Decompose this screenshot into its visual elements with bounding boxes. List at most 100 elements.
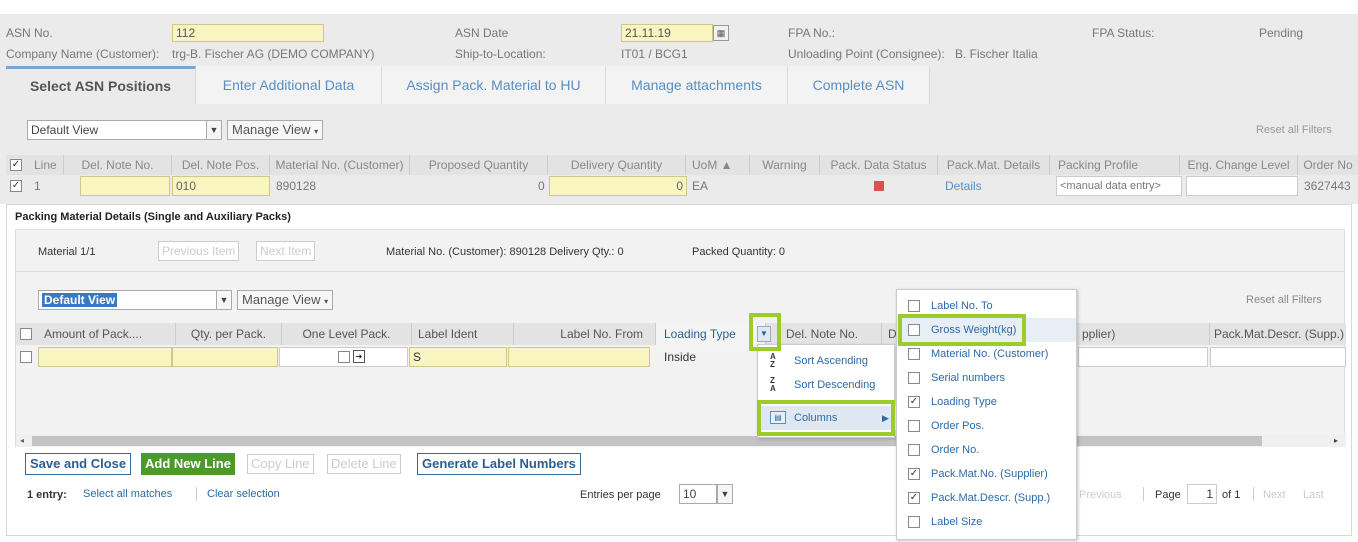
generate-label-numbers-button[interactable]: Generate Label Numbers [417, 453, 581, 475]
packing-select-all-checkbox[interactable] [20, 328, 32, 340]
packing-reset-filters[interactable]: Reset all Filters [1246, 294, 1322, 306]
column-option-order-no[interactable]: Order No. [897, 438, 1076, 462]
eng-change-input[interactable] [1186, 176, 1298, 196]
previous-page-link[interactable]: Previous [1079, 489, 1122, 501]
col-del-note-pos[interactable]: Del. Note Pos. [172, 155, 270, 175]
packing-manage-view-button[interactable]: Manage View ▾ [237, 290, 334, 310]
header-row-2: Company Name (Customer): trg-B. Fischer … [0, 44, 1358, 64]
reset-filters-link[interactable]: Reset all Filters [1256, 124, 1332, 136]
pack-mat-no-input[interactable] [1078, 347, 1208, 367]
packing-view-select[interactable]: Default View [38, 290, 218, 310]
tab-manage-attachments[interactable]: Manage attachments [606, 66, 788, 104]
column-option-label: Order Pos. [931, 420, 985, 432]
select-all-checkbox[interactable]: ✓ [10, 159, 22, 171]
asn-date-field[interactable]: 21.11.19 [621, 24, 713, 42]
packing-row-checkbox[interactable] [20, 351, 32, 363]
col-uom[interactable]: UoM ▲ [686, 155, 750, 175]
one-level-pack-checkbox[interactable] [338, 351, 350, 363]
scroll-thumb[interactable] [32, 436, 1262, 446]
manage-view-button[interactable]: Manage View ▾ [227, 120, 324, 140]
col-delivery-qty[interactable]: Delivery Quantity [548, 155, 686, 175]
col-del-note-no[interactable]: Del. Note No. [780, 323, 882, 345]
calendar-icon[interactable]: ▦ [713, 25, 729, 41]
chevron-down-icon[interactable]: ▼ [717, 484, 733, 504]
tab-select-asn-positions[interactable]: Select ASN Positions [6, 66, 196, 104]
packing-view-value: Default View [42, 293, 118, 307]
col-order-no[interactable]: Order No [1298, 155, 1358, 175]
column-checkbox[interactable]: ✓ [908, 468, 920, 480]
del-note-no-input[interactable] [80, 176, 170, 196]
label-ident-input[interactable]: S [409, 347, 507, 367]
save-and-close-button[interactable]: Save and Close [25, 453, 132, 475]
qty-per-pack-input[interactable] [172, 347, 278, 367]
tab-bar: Select ASN Positions Enter Additional Da… [6, 66, 1352, 104]
last-page-link[interactable]: Last [1303, 489, 1324, 501]
asn-no-field[interactable]: 112 [172, 24, 324, 42]
column-checkbox[interactable] [908, 300, 920, 312]
delete-line-button[interactable]: Delete Line [327, 454, 401, 474]
col-label-ident[interactable]: Label Ident [412, 323, 514, 345]
col-qty-per-pack[interactable]: Qty. per Pack. [176, 323, 282, 345]
next-item-button[interactable]: Next Item [256, 241, 316, 261]
details-link[interactable]: Details [945, 179, 982, 193]
pack-mat-descr-input[interactable] [1210, 347, 1346, 367]
scroll-right-icon[interactable]: ▸ [1334, 434, 1338, 448]
col-pack-mat-supplier-partial[interactable]: pplier) [1078, 323, 1210, 345]
page-number-input[interactable]: 1 [1187, 484, 1217, 504]
chevron-down-icon[interactable]: ▼ [216, 290, 232, 310]
col-pack-mat-descr[interactable]: Pack.Mat.Descr. (Supp.) [1210, 323, 1346, 345]
horizontal-scrollbar[interactable]: ◂ ▸ [16, 434, 1346, 448]
packing-profile-select[interactable]: <manual data entry> [1056, 176, 1182, 196]
column-checkbox[interactable] [908, 348, 920, 360]
sort-ascending-item[interactable]: AZ Sort Ascending [758, 349, 896, 373]
delivery-qty-input[interactable]: 0 [549, 176, 687, 196]
packing-table-header: Amount of Pack.... Qty. per Pack. One Le… [16, 323, 1346, 345]
chevron-down-icon[interactable]: ▼ [206, 120, 222, 140]
col-amount-of-pack[interactable]: Amount of Pack.... [38, 323, 176, 345]
col-warning[interactable]: Warning [750, 155, 820, 175]
tab-complete-asn[interactable]: Complete ASN [788, 66, 930, 104]
column-option-pack-mat-no[interactable]: ✓ Pack.Mat.No. (Supplier) [897, 462, 1076, 486]
col-del-note-no[interactable]: Del. Note No. [64, 155, 172, 175]
column-checkbox[interactable]: ✓ [908, 492, 920, 504]
next-page-link[interactable]: Next [1263, 489, 1286, 501]
column-checkbox[interactable] [908, 444, 920, 456]
col-label-no-from[interactable]: Label No. From [514, 323, 656, 345]
column-option-pack-mat-descr[interactable]: ✓ Pack.Mat.Descr. (Supp.) [897, 486, 1076, 510]
del-note-pos-input[interactable]: 010 [172, 176, 270, 196]
col-packing-profile[interactable]: Packing Profile [1050, 155, 1180, 175]
col-material-no[interactable]: Material No. (Customer) [270, 155, 410, 175]
col-pack-data-status[interactable]: Pack. Data Status [820, 155, 938, 175]
amount-of-pack-input[interactable] [38, 347, 172, 367]
column-checkbox[interactable]: ✓ [908, 396, 920, 408]
label-no-from-input[interactable] [508, 347, 650, 367]
scroll-left-icon[interactable]: ◂ [20, 434, 24, 448]
tab-enter-additional-data[interactable]: Enter Additional Data [196, 66, 382, 104]
page-label: Page [1155, 489, 1181, 501]
tab-assign-pack-material[interactable]: Assign Pack. Material to HU [382, 66, 606, 104]
previous-item-button[interactable]: Previous Item [158, 241, 240, 261]
clear-selection-link[interactable]: Clear selection [207, 488, 280, 500]
col-pack-mat-details[interactable]: Pack.Mat. Details [938, 155, 1050, 175]
column-option-loading-type[interactable]: ✓ Loading Type [897, 390, 1076, 414]
packing-table-row[interactable]: ➔ S Inside [16, 346, 1346, 368]
col-line[interactable]: Line [26, 155, 64, 175]
col-eng-change-level[interactable]: Eng. Change Level [1180, 155, 1298, 175]
row-checkbox[interactable]: ✓ [10, 180, 22, 192]
entries-per-page-select[interactable]: 10 [679, 484, 717, 504]
col-proposed-qty[interactable]: Proposed Quantity [410, 155, 548, 175]
asn-table-row[interactable]: ✓ 1 010 890128 0 0 EA Details <manual da… [6, 175, 1358, 197]
copy-line-button[interactable]: Copy Line [247, 454, 314, 474]
column-option-order-pos[interactable]: Order Pos. [897, 414, 1076, 438]
column-checkbox[interactable] [908, 372, 920, 384]
open-detail-icon[interactable]: ➔ [353, 350, 365, 363]
column-option-label-size[interactable]: Label Size [897, 510, 1076, 534]
select-all-matches-link[interactable]: Select all matches [83, 488, 172, 500]
col-one-level-pack[interactable]: One Level Pack. [282, 323, 412, 345]
column-option-serial-numbers[interactable]: Serial numbers [897, 366, 1076, 390]
view-select[interactable]: Default View [27, 120, 207, 140]
sort-descending-item[interactable]: ZA Sort Descending [758, 373, 896, 397]
column-checkbox[interactable] [908, 516, 920, 528]
column-checkbox[interactable] [908, 420, 920, 432]
add-new-line-button[interactable]: Add New Line [141, 453, 235, 475]
